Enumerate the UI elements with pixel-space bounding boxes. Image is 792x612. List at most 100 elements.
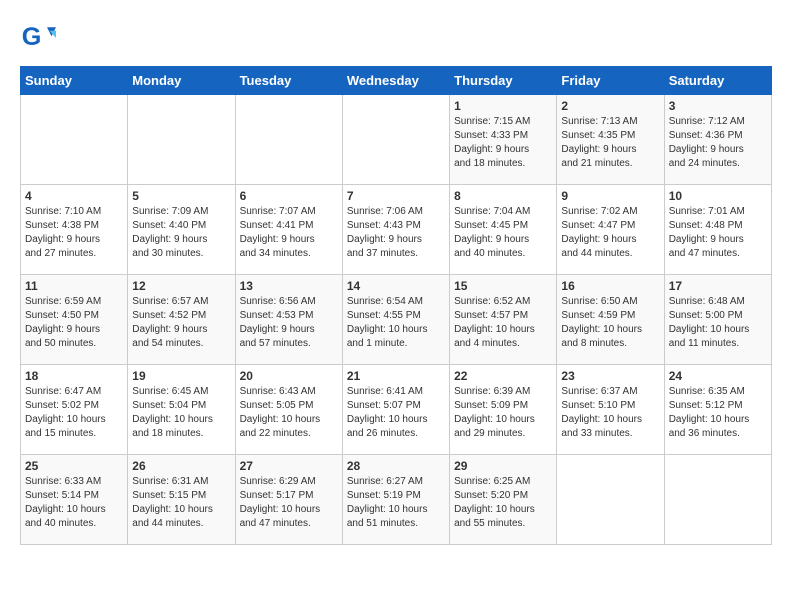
day-info: Sunrise: 6:43 AM Sunset: 5:05 PM Dayligh… (240, 385, 338, 441)
day-number: 22 (454, 369, 552, 383)
calendar-body: 1 Sunrise: 7:15 AM Sunset: 4:33 PM Daylig… (21, 95, 772, 545)
logo: G (20, 20, 62, 56)
day-info: Sunrise: 6:33 AM Sunset: 5:14 PM Dayligh… (25, 475, 123, 531)
calendar-cell: 22 Sunrise: 6:39 AM Sunset: 5:09 PM Dayli… (450, 365, 557, 455)
day-info: Sunrise: 7:12 AM Sunset: 4:36 PM Dayligh… (669, 115, 767, 171)
logo-icon: G (20, 20, 56, 56)
calendar-cell: 29 Sunrise: 6:25 AM Sunset: 5:20 PM Dayli… (450, 455, 557, 545)
day-number: 2 (561, 99, 659, 113)
calendar-cell: 4 Sunrise: 7:10 AM Sunset: 4:38 PM Daylig… (21, 185, 128, 275)
calendar-cell: 25 Sunrise: 6:33 AM Sunset: 5:14 PM Dayli… (21, 455, 128, 545)
day-number: 4 (25, 189, 123, 203)
day-info: Sunrise: 6:48 AM Sunset: 5:00 PM Dayligh… (669, 295, 767, 351)
day-info: Sunrise: 6:25 AM Sunset: 5:20 PM Dayligh… (454, 475, 552, 531)
day-number: 6 (240, 189, 338, 203)
header-day-saturday: Saturday (664, 67, 771, 95)
day-info: Sunrise: 7:13 AM Sunset: 4:35 PM Dayligh… (561, 115, 659, 171)
calendar-cell (342, 95, 449, 185)
day-number: 19 (132, 369, 230, 383)
calendar-cell: 19 Sunrise: 6:45 AM Sunset: 5:04 PM Dayli… (128, 365, 235, 455)
day-number: 7 (347, 189, 445, 203)
calendar-cell: 8 Sunrise: 7:04 AM Sunset: 4:45 PM Daylig… (450, 185, 557, 275)
day-number: 28 (347, 459, 445, 473)
day-number: 29 (454, 459, 552, 473)
calendar: SundayMondayTuesdayWednesdayThursdayFrid… (20, 66, 772, 545)
week-row-2: 4 Sunrise: 7:10 AM Sunset: 4:38 PM Daylig… (21, 185, 772, 275)
calendar-cell: 20Sunrise: 6:43 AM Sunset: 5:05 PM Dayli… (235, 365, 342, 455)
day-info: Sunrise: 7:04 AM Sunset: 4:45 PM Dayligh… (454, 205, 552, 261)
day-info: Sunrise: 7:07 AM Sunset: 4:41 PM Dayligh… (240, 205, 338, 261)
week-row-3: 11 Sunrise: 6:59 AM Sunset: 4:50 PM Dayli… (21, 275, 772, 365)
day-info: Sunrise: 7:01 AM Sunset: 4:48 PM Dayligh… (669, 205, 767, 261)
calendar-header: SundayMondayTuesdayWednesdayThursdayFrid… (21, 67, 772, 95)
day-number: 16 (561, 279, 659, 293)
day-info: Sunrise: 6:50 AM Sunset: 4:59 PM Dayligh… (561, 295, 659, 351)
day-info: Sunrise: 6:37 AM Sunset: 5:10 PM Dayligh… (561, 385, 659, 441)
day-number: 25 (25, 459, 123, 473)
calendar-cell: 13 Sunrise: 6:56 AM Sunset: 4:53 PM Dayli… (235, 275, 342, 365)
calendar-cell: 21Sunrise: 6:41 AM Sunset: 5:07 PM Dayli… (342, 365, 449, 455)
calendar-cell (557, 455, 664, 545)
day-info: Sunrise: 6:31 AM Sunset: 5:15 PM Dayligh… (132, 475, 230, 531)
calendar-cell: 9 Sunrise: 7:02 AM Sunset: 4:47 PM Daylig… (557, 185, 664, 275)
calendar-cell: 10 Sunrise: 7:01 AM Sunset: 4:48 PM Dayli… (664, 185, 771, 275)
calendar-cell: 26 Sunrise: 6:31 AM Sunset: 5:15 PM Dayli… (128, 455, 235, 545)
week-row-4: 18Sunrise: 6:47 AM Sunset: 5:02 PM Dayli… (21, 365, 772, 455)
day-info: Sunrise: 6:54 AM Sunset: 4:55 PM Dayligh… (347, 295, 445, 351)
header: G (20, 20, 772, 56)
calendar-cell: 5Sunrise: 7:09 AM Sunset: 4:40 PM Daylig… (128, 185, 235, 275)
day-info: Sunrise: 6:35 AM Sunset: 5:12 PM Dayligh… (669, 385, 767, 441)
day-info: Sunrise: 7:15 AM Sunset: 4:33 PM Dayligh… (454, 115, 552, 171)
calendar-cell: 27Sunrise: 6:29 AM Sunset: 5:17 PM Dayli… (235, 455, 342, 545)
day-number: 15 (454, 279, 552, 293)
week-row-1: 1 Sunrise: 7:15 AM Sunset: 4:33 PM Daylig… (21, 95, 772, 185)
calendar-cell (664, 455, 771, 545)
day-info: Sunrise: 6:56 AM Sunset: 4:53 PM Dayligh… (240, 295, 338, 351)
calendar-cell: 11 Sunrise: 6:59 AM Sunset: 4:50 PM Dayli… (21, 275, 128, 365)
day-info: Sunrise: 6:39 AM Sunset: 5:09 PM Dayligh… (454, 385, 552, 441)
calendar-cell: 3 Sunrise: 7:12 AM Sunset: 4:36 PM Daylig… (664, 95, 771, 185)
calendar-cell: 12 Sunrise: 6:57 AM Sunset: 4:52 PM Dayli… (128, 275, 235, 365)
calendar-cell (128, 95, 235, 185)
day-number: 9 (561, 189, 659, 203)
calendar-cell: 16 Sunrise: 6:50 AM Sunset: 4:59 PM Dayli… (557, 275, 664, 365)
day-info: Sunrise: 6:29 AM Sunset: 5:17 PM Dayligh… (240, 475, 338, 531)
day-number: 23 (561, 369, 659, 383)
header-day-tuesday: Tuesday (235, 67, 342, 95)
day-number: 21 (347, 369, 445, 383)
header-day-thursday: Thursday (450, 67, 557, 95)
day-info: Sunrise: 7:02 AM Sunset: 4:47 PM Dayligh… (561, 205, 659, 261)
calendar-cell: 23 Sunrise: 6:37 AM Sunset: 5:10 PM Dayli… (557, 365, 664, 455)
calendar-cell (235, 95, 342, 185)
header-day-wednesday: Wednesday (342, 67, 449, 95)
day-number: 5 (132, 189, 230, 203)
calendar-cell: 7Sunrise: 7:06 AM Sunset: 4:43 PM Daylig… (342, 185, 449, 275)
calendar-cell: 6 Sunrise: 7:07 AM Sunset: 4:41 PM Daylig… (235, 185, 342, 275)
day-number: 14 (347, 279, 445, 293)
header-day-monday: Monday (128, 67, 235, 95)
svg-text:G: G (22, 23, 42, 51)
day-info: Sunrise: 6:45 AM Sunset: 5:04 PM Dayligh… (132, 385, 230, 441)
day-info: Sunrise: 6:57 AM Sunset: 4:52 PM Dayligh… (132, 295, 230, 351)
day-info: Sunrise: 7:10 AM Sunset: 4:38 PM Dayligh… (25, 205, 123, 261)
day-number: 26 (132, 459, 230, 473)
calendar-cell: 28Sunrise: 6:27 AM Sunset: 5:19 PM Dayli… (342, 455, 449, 545)
header-day-sunday: Sunday (21, 67, 128, 95)
day-number: 13 (240, 279, 338, 293)
day-number: 24 (669, 369, 767, 383)
calendar-cell: 14 Sunrise: 6:54 AM Sunset: 4:55 PM Dayli… (342, 275, 449, 365)
day-number: 11 (25, 279, 123, 293)
calendar-cell: 1 Sunrise: 7:15 AM Sunset: 4:33 PM Daylig… (450, 95, 557, 185)
day-number: 1 (454, 99, 552, 113)
day-number: 3 (669, 99, 767, 113)
day-number: 12 (132, 279, 230, 293)
calendar-cell: 15 Sunrise: 6:52 AM Sunset: 4:57 PM Dayli… (450, 275, 557, 365)
calendar-cell: 2 Sunrise: 7:13 AM Sunset: 4:35 PM Daylig… (557, 95, 664, 185)
day-info: Sunrise: 6:59 AM Sunset: 4:50 PM Dayligh… (25, 295, 123, 351)
header-day-friday: Friday (557, 67, 664, 95)
calendar-cell: 18Sunrise: 6:47 AM Sunset: 5:02 PM Dayli… (21, 365, 128, 455)
calendar-cell: 17Sunrise: 6:48 AM Sunset: 5:00 PM Dayli… (664, 275, 771, 365)
day-number: 8 (454, 189, 552, 203)
day-info: Sunrise: 6:52 AM Sunset: 4:57 PM Dayligh… (454, 295, 552, 351)
day-number: 10 (669, 189, 767, 203)
